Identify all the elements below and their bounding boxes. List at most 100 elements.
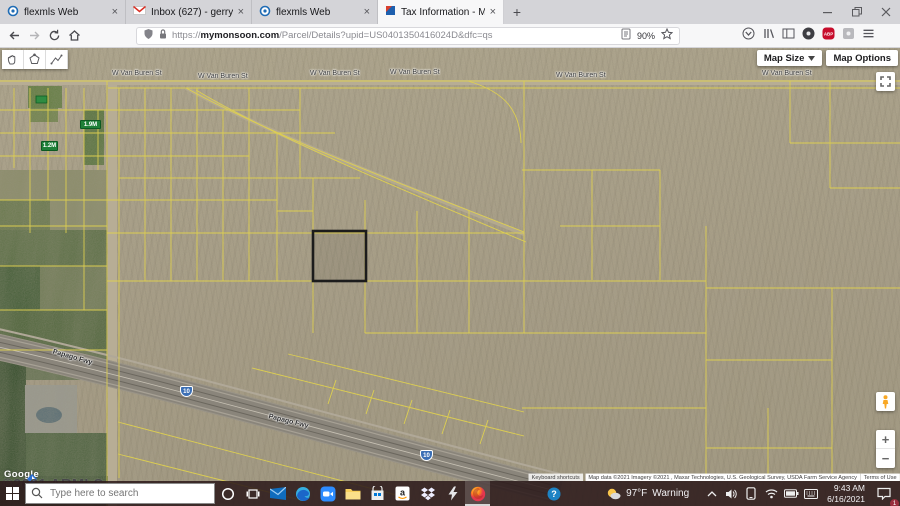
road-label-van-buren: W Van Buren St (310, 70, 360, 77)
tab-close-icon[interactable]: × (490, 7, 496, 18)
close-window-button[interactable] (871, 0, 900, 24)
lightning-app-icon[interactable] (440, 481, 465, 506)
search-icon (31, 487, 43, 499)
keyboard-shortcuts-link[interactable]: Keyboard shortcuts (529, 474, 583, 481)
action-center-icon[interactable]: 1 (871, 481, 896, 506)
tab-flexmls-1[interactable]: flexmls Web × (0, 0, 126, 24)
listing-marker[interactable] (36, 96, 47, 103)
bookmark-star-icon[interactable] (661, 28, 673, 43)
clock-time: 9:43 AM (827, 483, 865, 494)
restore-button[interactable] (842, 0, 871, 24)
tab-tax-information-active[interactable]: Tax Information - Monsoon × (378, 0, 504, 24)
selected-parcel[interactable] (313, 231, 366, 281)
screen: flexmls Web × Inbox (627) - gerrydeguzma… (0, 0, 900, 506)
microsoft-store-icon[interactable] (365, 481, 390, 506)
amazon-app-icon[interactable]: a (390, 481, 415, 506)
tab-flexmls-2[interactable]: flexmls Web × (252, 0, 378, 24)
window-controls (813, 0, 900, 24)
map-size-button[interactable]: Map Size (757, 50, 823, 66)
dropbox-app-icon[interactable] (415, 481, 440, 506)
flexmls-icon (7, 5, 19, 20)
zoom-out-button[interactable]: − (876, 449, 895, 468)
lock-icon[interactable] (158, 28, 168, 43)
toolbar-extensions: ABP (742, 27, 875, 45)
draw-line-icon[interactable] (46, 50, 68, 69)
battery-icon[interactable] (781, 481, 801, 506)
tab-close-icon[interactable]: × (364, 7, 370, 18)
tab-inbox[interactable]: Inbox (627) - gerrydeguzman2 × (126, 0, 252, 24)
zoom-app-icon[interactable] (315, 481, 340, 506)
sidebar-icon[interactable] (782, 27, 795, 45)
mail-app-icon[interactable] (265, 481, 290, 506)
cortana-icon[interactable] (215, 481, 240, 506)
tab-close-icon[interactable]: × (112, 7, 118, 18)
adblock-icon[interactable]: ABP (822, 27, 835, 45)
taskbar-clock[interactable]: 9:43 AM 6/16/2021 (827, 483, 865, 504)
road-label-van-buren: W Van Buren St (556, 72, 606, 79)
zoom-level-indicator[interactable]: 90% (637, 31, 655, 41)
network-icon[interactable] (761, 481, 781, 506)
weather-status: Warning (652, 488, 689, 499)
notification-badge: 1 (890, 499, 899, 506)
extension-gray-icon[interactable] (842, 27, 855, 45)
browser-tab-bar: flexmls Web × Inbox (627) - gerrydeguzma… (0, 0, 900, 24)
tab-title: flexmls Web (24, 7, 107, 18)
weather-widget[interactable]: 97°F Warning (606, 487, 689, 500)
start-button[interactable] (0, 481, 25, 506)
road-label-van-buren: W Van Buren St (390, 69, 440, 76)
draw-polygon-icon[interactable] (24, 50, 46, 69)
pocket-icon[interactable] (742, 27, 755, 45)
map-attribution-bar: Keyboard shortcuts Map data ©2021 Imager… (529, 474, 900, 481)
reload-icon[interactable] (44, 26, 64, 46)
page-actions: 90% (621, 28, 673, 43)
menu-hamburger-icon[interactable] (862, 27, 875, 45)
tray-expand-chevron-icon[interactable] (703, 481, 721, 506)
map-button-row: Map Size Map Options (757, 50, 898, 66)
tab-title: flexmls Web (276, 7, 359, 18)
search-input[interactable] (25, 483, 215, 504)
map-options-button[interactable]: Map Options (826, 50, 898, 66)
minimize-button[interactable] (813, 0, 842, 24)
zoom-control: + − (876, 430, 895, 468)
file-explorer-icon[interactable] (340, 481, 365, 506)
firefox-app-icon[interactable] (465, 481, 490, 506)
clock-date: 6/16/2021 (827, 494, 865, 505)
volume-icon[interactable] (721, 481, 741, 506)
zoom-in-button[interactable]: + (876, 430, 895, 449)
forward-icon[interactable] (24, 26, 44, 46)
touch-keyboard-icon[interactable] (801, 481, 821, 506)
tab-close-icon[interactable]: × (238, 7, 244, 18)
home-icon[interactable] (64, 26, 84, 46)
monsoon-icon (385, 5, 396, 19)
edge-app-icon[interactable] (290, 481, 315, 506)
road-label-van-buren: W Van Buren St (762, 70, 812, 77)
tab-title: Tax Information - Monsoon (401, 7, 485, 18)
url-bar[interactable]: https://mymonsoon.com/Parcel/Details?upi… (136, 27, 680, 45)
map-canvas[interactable] (0, 48, 900, 506)
road-label-van-buren: W Van Buren St (198, 73, 248, 80)
fullscreen-icon[interactable] (876, 72, 895, 91)
pegman-icon[interactable] (876, 392, 895, 411)
map-draw-toolbar (2, 50, 68, 69)
price-marker[interactable]: 1.9M (80, 120, 101, 129)
windows-taskbar: a ? 97°F Warning 9:43 AM 6/16/2021 1 (0, 481, 900, 506)
task-view-icon[interactable] (240, 481, 265, 506)
weather-temp: 97°F (626, 488, 647, 499)
back-icon[interactable] (4, 26, 24, 46)
map-data-attribution: Map data ©2021 Imagery ©2021 , Maxar Tec… (586, 474, 861, 481)
terms-of-use-link[interactable]: Terms of Use (860, 474, 900, 481)
svg-text:ABP: ABP (824, 31, 833, 36)
new-tab-button[interactable]: + (504, 0, 530, 24)
pan-hand-icon[interactable] (2, 50, 24, 69)
your-phone-icon[interactable] (741, 481, 761, 506)
url-text: https://mymonsoon.com/Parcel/Details?upi… (172, 30, 617, 41)
library-icon[interactable] (762, 27, 775, 45)
extension-dark-icon[interactable] (802, 27, 815, 45)
reader-view-icon[interactable] (621, 28, 631, 43)
svg-text:?: ? (551, 489, 557, 499)
help-tray-icon[interactable]: ? (541, 481, 566, 506)
shield-icon[interactable] (143, 28, 154, 43)
road-label-van-buren: W Van Buren St (112, 70, 162, 77)
price-marker[interactable]: 1.2M (41, 141, 58, 151)
taskbar-search[interactable] (25, 483, 215, 504)
